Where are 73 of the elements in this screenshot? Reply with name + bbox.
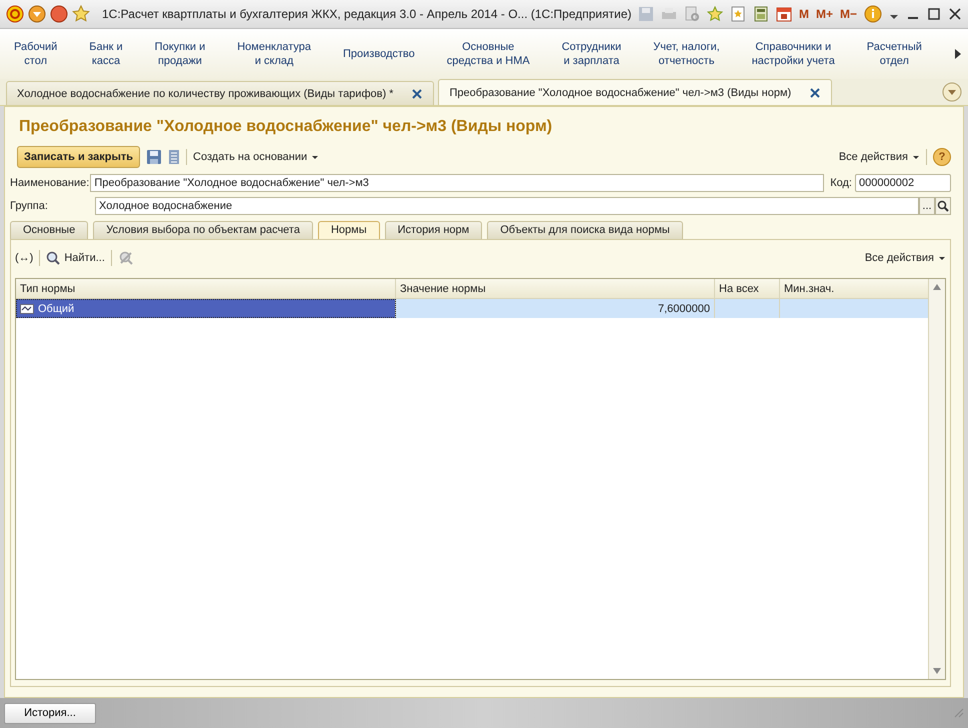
star-plus-icon[interactable]	[706, 6, 723, 22]
table-cell: 7,6000000	[658, 302, 710, 314]
preview-icon[interactable]	[684, 6, 700, 22]
all-actions-button[interactable]: Все действия	[838, 151, 920, 163]
choose-button[interactable]: ...	[919, 197, 935, 215]
column-header[interactable]: Тип нормы	[16, 279, 396, 298]
section-link[interactable]: Справочники и настройки учета	[752, 40, 835, 68]
maximize-icon[interactable]	[927, 6, 941, 22]
save-close-button[interactable]: Записать и закрыть	[17, 146, 140, 168]
caret-icon	[311, 153, 320, 161]
table-row[interactable]: Общий 7,6000000	[16, 299, 928, 318]
scroll-right-icon[interactable]	[954, 48, 962, 60]
document-tab[interactable]: Холодное водоснабжение по количеству проживающих (Виды тарифов) *	[6, 81, 434, 105]
close-icon[interactable]	[809, 86, 822, 98]
section-link[interactable]: Номенклатура и склад	[237, 40, 312, 68]
search-icon	[937, 200, 949, 212]
expand-button[interactable]: (↔)	[15, 252, 34, 264]
tabs-menu-icon[interactable]	[942, 82, 962, 102]
column-header[interactable]: Мин.знач.	[780, 279, 928, 298]
norm-type-icon	[20, 304, 34, 314]
tab-title: Преобразование "Холодное водоснабжение" чел->м3 (Виды норм)	[449, 86, 792, 98]
close-icon[interactable]	[948, 6, 962, 22]
caret-icon	[938, 254, 946, 262]
scrollbar[interactable]	[928, 279, 945, 679]
memory-button[interactable]: M	[798, 7, 809, 21]
section-link[interactable]: Основные средства и НМА	[446, 40, 530, 68]
section-link[interactable]: Производство	[343, 47, 415, 61]
column-header[interactable]: На всех	[715, 279, 780, 298]
clear-search-icon[interactable]	[118, 250, 134, 266]
caret-icon	[912, 153, 920, 161]
tab-title: Холодное водоснабжение по количеству проживающих (Виды тарифов) *	[17, 88, 394, 100]
info-icon[interactable]	[864, 5, 882, 23]
search-button[interactable]	[935, 197, 951, 215]
section-link[interactable]: Сотрудники и зарплата	[562, 40, 622, 68]
code-field[interactable]: 000000002	[855, 174, 951, 192]
form-title: Преобразование "Холодное водоснабжение" чел->м3 (Виды норм)	[19, 118, 554, 136]
field-label: Наименование:	[10, 177, 90, 189]
field-label: Код:	[830, 177, 852, 189]
form-tab[interactable]: Основные	[10, 221, 88, 239]
calculator-icon[interactable]	[752, 6, 769, 22]
column-header[interactable]: Значение нормы	[396, 279, 715, 298]
list-icon[interactable]	[168, 149, 180, 165]
bookmark-icon[interactable]	[730, 6, 746, 22]
logo-icon[interactable]	[6, 5, 24, 23]
window-title: 1С:Расчет квартплаты и бухгалтерия ЖКХ, редакция 3.0 - Апрель 2014 - О... (1С:Предприятие)	[102, 7, 632, 21]
dropdown-icon[interactable]	[28, 5, 46, 23]
group-field[interactable]: Холодное водоснабжение	[95, 197, 919, 215]
name-field[interactable]: Преобразование "Холодное водоснабжение" чел->м3	[90, 174, 824, 192]
section-link[interactable]: Рабочий стол	[14, 40, 58, 68]
memory-button[interactable]: M−	[840, 7, 857, 21]
field-label: Группа:	[10, 200, 49, 212]
help-button[interactable]: ?	[933, 148, 951, 166]
save-icon[interactable]	[146, 149, 162, 165]
section-link[interactable]: Покупки и продажи	[154, 40, 206, 68]
calendar-icon[interactable]	[776, 6, 792, 22]
create-based-on-button[interactable]: Создать на основании	[193, 151, 320, 163]
document-tab[interactable]: Преобразование "Холодное водоснабжение" чел->м3 (Виды норм)	[438, 79, 832, 105]
section-link[interactable]: Банк и касса	[89, 40, 123, 68]
memory-button[interactable]: M+	[816, 7, 833, 21]
form-tab[interactable]: Нормы	[318, 221, 380, 239]
search-icon	[46, 251, 60, 265]
find-button[interactable]: Найти...	[46, 251, 105, 265]
table-cell: Общий	[38, 302, 74, 314]
form-tab[interactable]: Условия выбора по объектам расчета	[93, 221, 313, 239]
resize-grip-icon[interactable]	[954, 708, 964, 718]
all-actions-button[interactable]: Все действия	[864, 252, 946, 264]
form-tab[interactable]: Объекты для поиска вида нормы	[487, 221, 683, 239]
section-link[interactable]: Учет, налоги, отчетность	[653, 40, 720, 68]
history-button[interactable]: История...	[4, 702, 96, 724]
close-icon[interactable]	[411, 88, 424, 100]
star-icon[interactable]	[72, 5, 90, 23]
form-tab[interactable]: История норм	[384, 221, 482, 239]
section-link[interactable]: Расчетный отдел	[866, 40, 922, 68]
